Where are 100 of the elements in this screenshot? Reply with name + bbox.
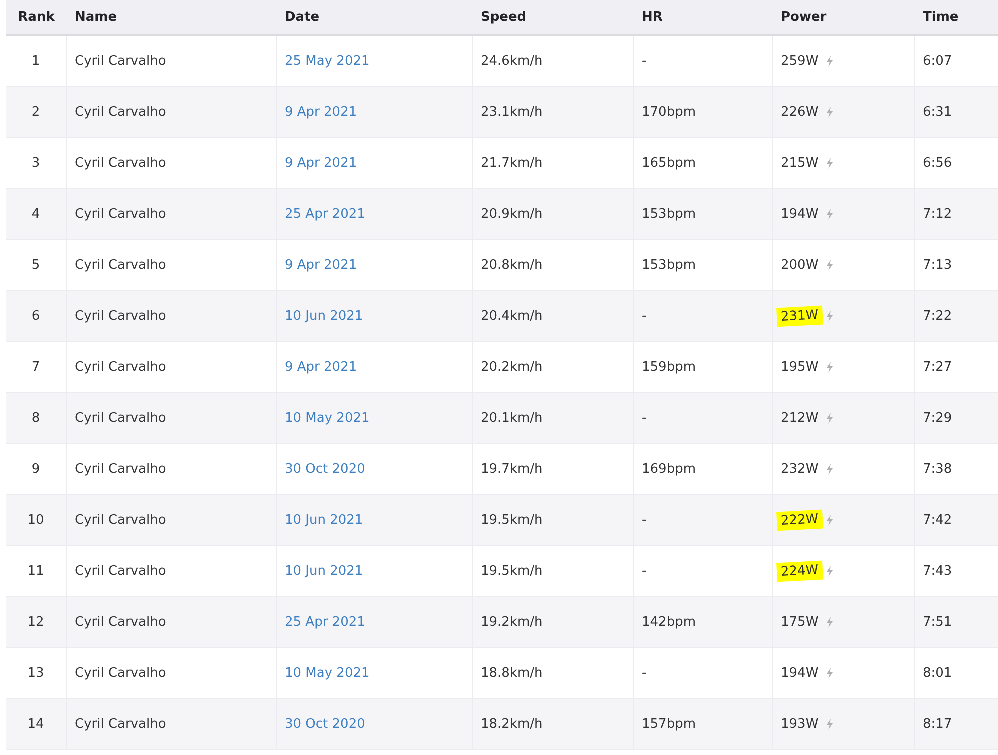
speed-cell: 18.8km/h — [481, 666, 543, 680]
date-link[interactable]: 25 May 2021 — [285, 54, 370, 68]
time-cell: 7:13 — [923, 258, 952, 272]
speed-cell: 20.9km/h — [481, 206, 543, 222]
athlete-name: Cyril Carvalho — [75, 156, 166, 170]
speed-cell: 23.1km/h — [481, 104, 543, 120]
lightning-icon — [826, 566, 834, 576]
athlete-name: Cyril Carvalho — [75, 258, 166, 272]
athlete-name: Cyril Carvalho — [75, 54, 166, 68]
heart-rate-cell: 153bpm — [642, 258, 696, 272]
column-header[interactable]: Power — [781, 10, 827, 24]
rank-cell: 10 — [28, 512, 44, 528]
heart-rate-cell: 157bpm — [642, 716, 696, 732]
power-cell-text: 194W — [780, 664, 820, 682]
heart-rate-cell: 169bpm — [642, 462, 696, 476]
rank-cell: 11 — [28, 564, 44, 578]
power-cell: 231W — [776, 305, 824, 327]
time-cell: 6:31 — [923, 104, 952, 120]
heart-rate-cell: 142bpm — [642, 614, 696, 630]
speed-cell: 20.8km/h — [481, 258, 543, 272]
heart-rate-cell: - — [642, 308, 647, 324]
column-header[interactable]: HR — [642, 10, 663, 24]
date-link[interactable]: 10 Jun 2021 — [285, 512, 364, 528]
power-cell-text: 215W — [780, 154, 820, 172]
date-link[interactable]: 9 Apr 2021 — [285, 258, 358, 272]
athlete-name: Cyril Carvalho — [75, 462, 166, 476]
lightning-icon — [826, 56, 834, 66]
rank-cell: 9 — [32, 462, 40, 476]
lightning-icon — [826, 412, 834, 424]
column-header[interactable]: Date — [285, 10, 320, 24]
column-header[interactable]: Speed — [481, 10, 527, 24]
date-link[interactable]: 9 Apr 2021 — [285, 156, 358, 170]
rank-cell: 2 — [32, 104, 40, 120]
time-cell: 8:17 — [923, 716, 952, 732]
speed-cell: 24.6km/h — [481, 54, 543, 68]
power-cell-text: 193W — [780, 716, 820, 734]
lightning-icon — [826, 310, 834, 322]
power-cell-text: 232W — [780, 460, 820, 478]
time-cell: 7:38 — [923, 462, 952, 476]
heart-rate-cell: - — [642, 410, 647, 426]
date-link[interactable]: 30 Oct 2020 — [285, 716, 366, 732]
speed-cell: 19.5km/h — [481, 512, 543, 528]
time-cell: 7:51 — [923, 614, 952, 630]
speed-cell: 18.2km/h — [481, 716, 543, 732]
date-link[interactable]: 25 Apr 2021 — [285, 206, 366, 222]
heart-rate-cell: 159bpm — [642, 360, 696, 374]
power-cell-text: 226W — [780, 104, 820, 122]
date-link[interactable]: 10 May 2021 — [285, 410, 370, 426]
rank-cell: 6 — [32, 308, 40, 324]
heart-rate-cell: 165bpm — [642, 156, 696, 170]
heart-rate-cell: - — [642, 54, 647, 68]
speed-cell: 20.4km/h — [481, 308, 543, 324]
speed-cell: 21.7km/h — [481, 156, 543, 170]
speed-cell: 19.2km/h — [481, 614, 543, 630]
lightning-icon — [826, 106, 834, 118]
date-link[interactable]: 25 Apr 2021 — [285, 614, 366, 630]
time-cell: 8:01 — [923, 666, 952, 680]
athlete-name: Cyril Carvalho — [75, 614, 166, 630]
athlete-name: Cyril Carvalho — [75, 564, 166, 578]
athlete-name: Cyril Carvalho — [75, 360, 166, 374]
date-link[interactable]: 30 Oct 2020 — [285, 462, 366, 476]
power-cell-text: 259W — [780, 52, 820, 70]
power-cell-text: 200W — [780, 256, 820, 274]
column-header[interactable]: Time — [923, 10, 959, 24]
date-link[interactable]: 10 Jun 2021 — [285, 308, 364, 324]
date-link[interactable]: 9 Apr 2021 — [285, 360, 358, 374]
power-cell-text: 212W — [780, 410, 820, 428]
speed-cell: 20.2km/h — [481, 360, 543, 374]
column-header[interactable]: Name — [75, 10, 118, 24]
date-link[interactable]: 9 Apr 2021 — [285, 104, 358, 120]
heart-rate-cell: - — [642, 666, 647, 680]
column-header[interactable]: Rank — [18, 10, 55, 24]
time-cell: 7:22 — [923, 308, 952, 324]
rank-cell: 7 — [32, 360, 40, 374]
time-cell: 7:12 — [923, 206, 952, 222]
time-cell: 7:27 — [923, 360, 952, 374]
rank-cell: 12 — [28, 614, 44, 630]
heart-rate-cell: 170bpm — [642, 104, 696, 120]
date-link[interactable]: 10 May 2021 — [285, 666, 370, 680]
time-cell: 7:43 — [923, 564, 952, 578]
time-cell: 6:07 — [923, 54, 952, 68]
time-cell: 7:29 — [923, 410, 952, 426]
athlete-name: Cyril Carvalho — [75, 716, 166, 732]
athlete-name: Cyril Carvalho — [75, 666, 166, 680]
lightning-icon — [826, 208, 834, 220]
rank-cell: 13 — [28, 666, 44, 680]
rank-cell: 5 — [32, 258, 40, 272]
power-cell-text: 175W — [780, 614, 820, 632]
athlete-name: Cyril Carvalho — [75, 206, 166, 222]
power-cell-text: 194W — [780, 206, 820, 224]
athlete-name: Cyril Carvalho — [75, 410, 166, 426]
athlete-name: Cyril Carvalho — [75, 512, 166, 528]
lightning-icon — [826, 158, 834, 168]
speed-cell: 19.7km/h — [481, 462, 543, 476]
lightning-icon — [826, 362, 834, 372]
lightning-icon — [826, 464, 834, 474]
power-cell: 222W — [776, 509, 824, 531]
lightning-icon — [826, 514, 834, 526]
time-cell: 7:42 — [923, 512, 952, 528]
date-link[interactable]: 10 Jun 2021 — [285, 564, 364, 578]
